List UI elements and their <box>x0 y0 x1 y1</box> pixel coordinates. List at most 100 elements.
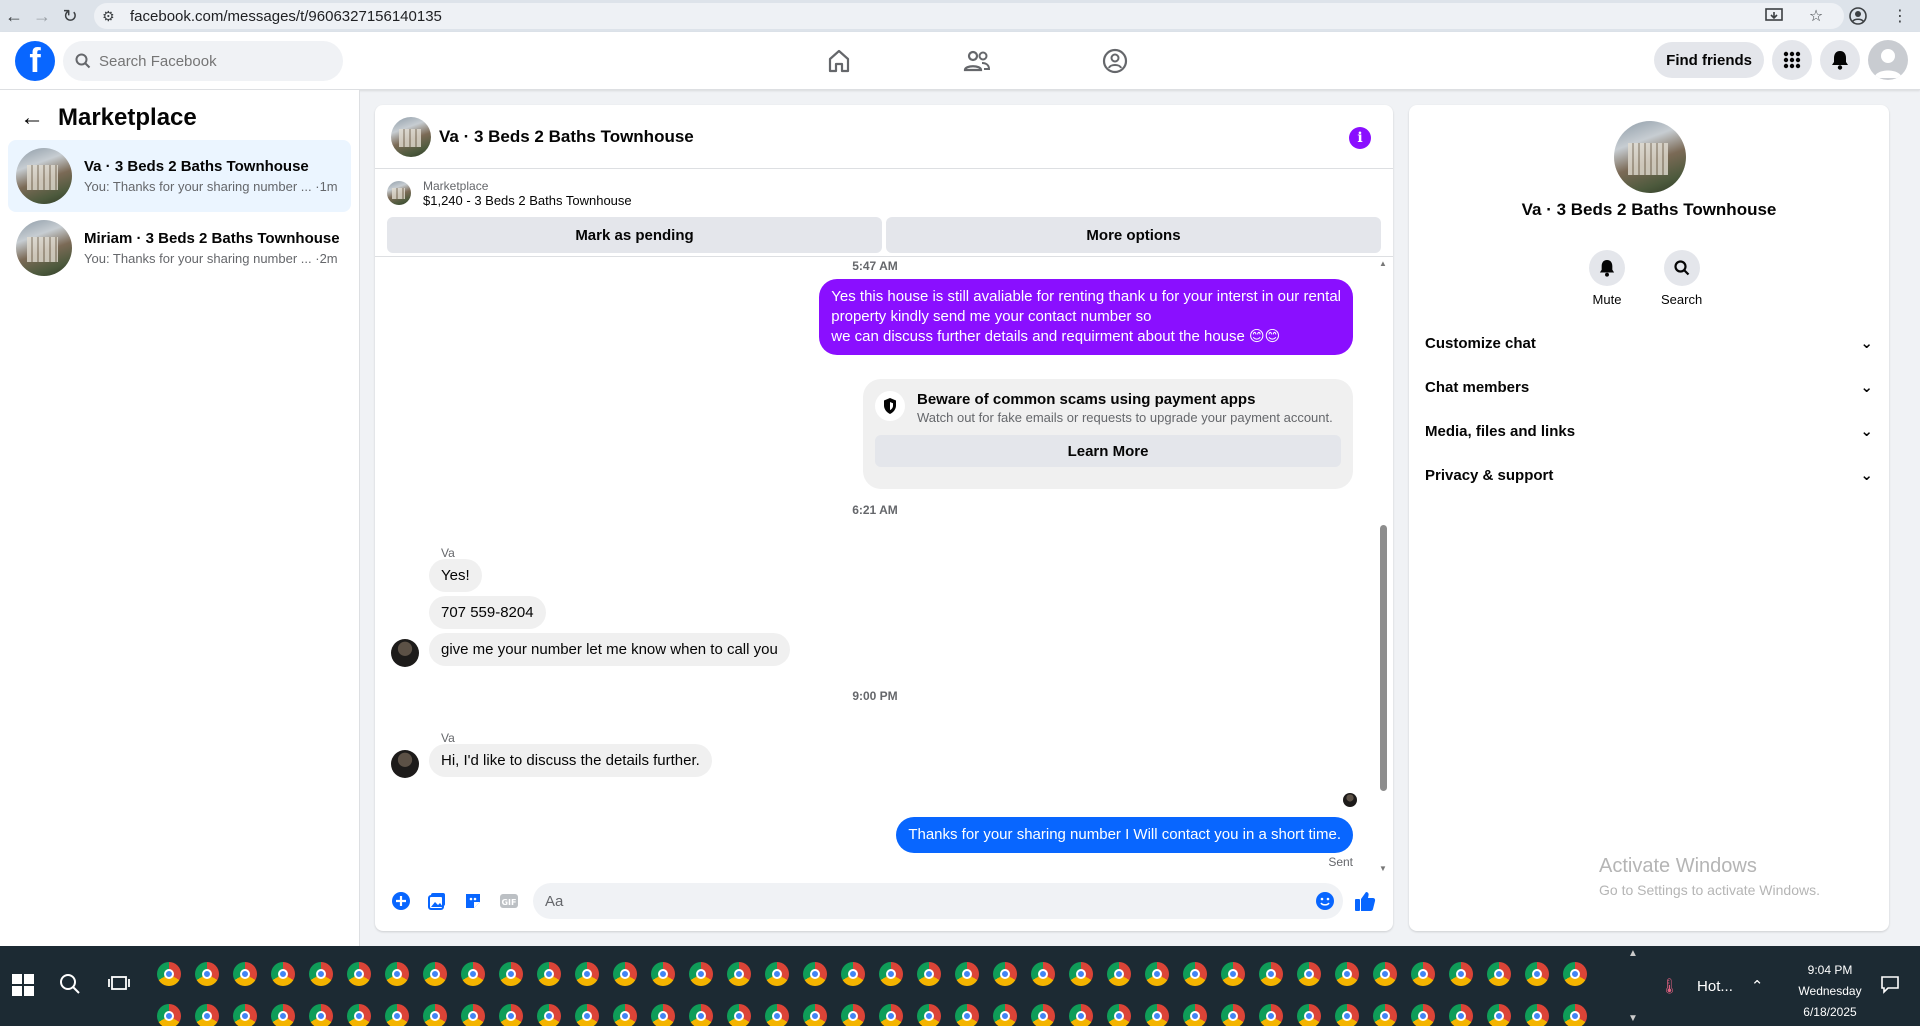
mark-as-pending-button[interactable]: Mark as pending <box>387 217 882 253</box>
chrome-app-icon[interactable] <box>1259 1004 1283 1026</box>
chrome-app-icon[interactable] <box>157 1004 181 1026</box>
chrome-app-icon[interactable] <box>1183 962 1207 986</box>
chrome-app-icon[interactable] <box>1411 1004 1435 1026</box>
chrome-app-icon[interactable] <box>347 1004 371 1026</box>
find-friends-button[interactable]: Find friends <box>1654 42 1764 78</box>
chrome-app-icon[interactable] <box>1031 1004 1055 1026</box>
chrome-app-icon[interactable] <box>1487 1004 1511 1026</box>
chrome-app-icon[interactable] <box>1411 962 1435 986</box>
sender-avatar[interactable] <box>391 750 419 778</box>
chrome-app-icon[interactable] <box>347 962 371 986</box>
nav-home[interactable] <box>770 32 908 90</box>
chrome-app-icon[interactable] <box>689 962 713 986</box>
chrome-app-icon[interactable] <box>537 1004 561 1026</box>
scroll-up-icon[interactable]: ▲ <box>1379 259 1387 268</box>
chrome-app-icon[interactable] <box>727 1004 751 1026</box>
chrome-app-icon[interactable] <box>1183 1004 1207 1026</box>
chrome-app-icon[interactable] <box>423 1004 447 1026</box>
chrome-app-icon[interactable] <box>195 1004 219 1026</box>
menu-button[interactable] <box>1772 40 1812 80</box>
chevron-up-icon[interactable]: ⌃ <box>1751 977 1764 995</box>
account-avatar[interactable] <box>1868 40 1908 80</box>
chrome-app-icon[interactable] <box>461 1004 485 1026</box>
reload-icon[interactable]: ↻ <box>56 0 84 32</box>
task-view-icon[interactable] <box>108 972 130 999</box>
chrome-app-icon[interactable] <box>537 962 561 986</box>
sticker-icon[interactable] <box>455 883 491 919</box>
chrome-app-icon[interactable] <box>651 1004 675 1026</box>
chrome-app-icon[interactable] <box>461 962 485 986</box>
address-bar[interactable]: ⚙ facebook.com/messages/t/96063271561401… <box>94 3 1844 29</box>
conversation-title[interactable]: Va · 3 Beds 2 Baths Townhouse <box>439 127 694 147</box>
chrome-app-icon[interactable] <box>271 1004 295 1026</box>
menu-kebab-icon[interactable]: ⋮ <box>1890 6 1910 26</box>
chrome-app-icon[interactable] <box>499 962 523 986</box>
chrome-app-icon[interactable] <box>1335 1004 1359 1026</box>
chrome-app-icon[interactable] <box>1449 962 1473 986</box>
site-settings-icon[interactable]: ⚙ <box>102 8 120 25</box>
notifications-button[interactable] <box>1820 40 1860 80</box>
back-arrow-icon[interactable]: ← <box>20 104 44 132</box>
chrome-app-icon[interactable] <box>917 1004 941 1026</box>
chrome-app-icon[interactable] <box>993 962 1017 986</box>
search-box[interactable] <box>63 41 343 81</box>
chrome-app-icon[interactable] <box>1069 962 1093 986</box>
photo-gallery-icon[interactable] <box>419 883 455 919</box>
chrome-app-icon[interactable] <box>309 962 333 986</box>
conversation-avatar[interactable] <box>391 116 431 157</box>
notification-center-icon[interactable] <box>1880 974 1900 999</box>
emoji-icon[interactable] <box>1315 891 1335 915</box>
chrome-app-icon[interactable] <box>1335 962 1359 986</box>
chrome-app-icon[interactable] <box>955 962 979 986</box>
chrome-app-icon[interactable] <box>917 962 941 986</box>
gif-icon[interactable]: GIF <box>491 883 527 919</box>
scroll-thumb[interactable] <box>1380 525 1387 791</box>
chrome-app-icon[interactable] <box>613 962 637 986</box>
chrome-app-icon[interactable] <box>651 962 675 986</box>
chrome-app-icon[interactable] <box>575 962 599 986</box>
facebook-logo[interactable]: f <box>15 41 55 81</box>
thumbs-up-icon[interactable] <box>1347 883 1383 919</box>
nav-friends[interactable] <box>908 32 1046 90</box>
chrome-app-icon[interactable] <box>385 1004 409 1026</box>
chrome-app-icon[interactable] <box>233 1004 257 1026</box>
listing-banner[interactable]: Marketplace $1,240 - 3 Beds 2 Baths Town… <box>375 169 1393 217</box>
learn-more-button[interactable]: Learn More <box>875 435 1341 467</box>
install-app-icon[interactable] <box>1764 6 1784 26</box>
chrome-app-icon[interactable] <box>423 962 447 986</box>
chrome-app-icon[interactable] <box>803 1004 827 1026</box>
chrome-app-icon[interactable] <box>1563 1004 1587 1026</box>
chrome-app-icon[interactable] <box>765 962 789 986</box>
chrome-app-icon[interactable] <box>157 962 181 986</box>
chrome-app-icon[interactable] <box>879 962 903 986</box>
chrome-app-icon[interactable] <box>195 962 219 986</box>
back-arrow-icon[interactable]: ← <box>0 0 28 32</box>
chrome-app-icon[interactable] <box>499 1004 523 1026</box>
chrome-app-icon[interactable] <box>1069 1004 1093 1026</box>
chrome-app-icon[interactable] <box>1449 1004 1473 1026</box>
search-icon[interactable] <box>58 972 82 1001</box>
weather-text[interactable]: Hot... <box>1697 978 1733 995</box>
chrome-app-icon[interactable] <box>1145 962 1169 986</box>
chat-list-item[interactable]: Miriam · 3 Beds 2 Baths Townhouse You: T… <box>8 212 351 284</box>
weather-icon[interactable]: 🌡 <box>1660 977 1679 995</box>
chrome-app-icon[interactable] <box>879 1004 903 1026</box>
chevron-up-icon[interactable]: ▲ <box>1628 948 1638 959</box>
section-privacy-support[interactable]: Privacy & support ⌄ <box>1417 453 1881 497</box>
chrome-app-icon[interactable] <box>271 962 295 986</box>
chrome-app-icon[interactable] <box>309 1004 333 1026</box>
chrome-app-icon[interactable] <box>1297 1004 1321 1026</box>
section-chat-members[interactable]: Chat members ⌄ <box>1417 365 1881 409</box>
search-input[interactable] <box>99 52 319 70</box>
sender-avatar[interactable] <box>391 639 419 667</box>
chrome-app-icon[interactable] <box>1221 962 1245 986</box>
chrome-app-icon[interactable] <box>613 1004 637 1026</box>
chrome-app-icon[interactable] <box>765 1004 789 1026</box>
chrome-app-icon[interactable] <box>1525 962 1549 986</box>
chrome-app-icon[interactable] <box>689 1004 713 1026</box>
listing-photo[interactable] <box>1614 121 1686 193</box>
section-customize-chat[interactable]: Customize chat ⌄ <box>1417 321 1881 365</box>
chrome-app-icon[interactable] <box>727 962 751 986</box>
windows-start-icon[interactable] <box>12 974 34 996</box>
forward-arrow-icon[interactable]: → <box>28 0 56 32</box>
